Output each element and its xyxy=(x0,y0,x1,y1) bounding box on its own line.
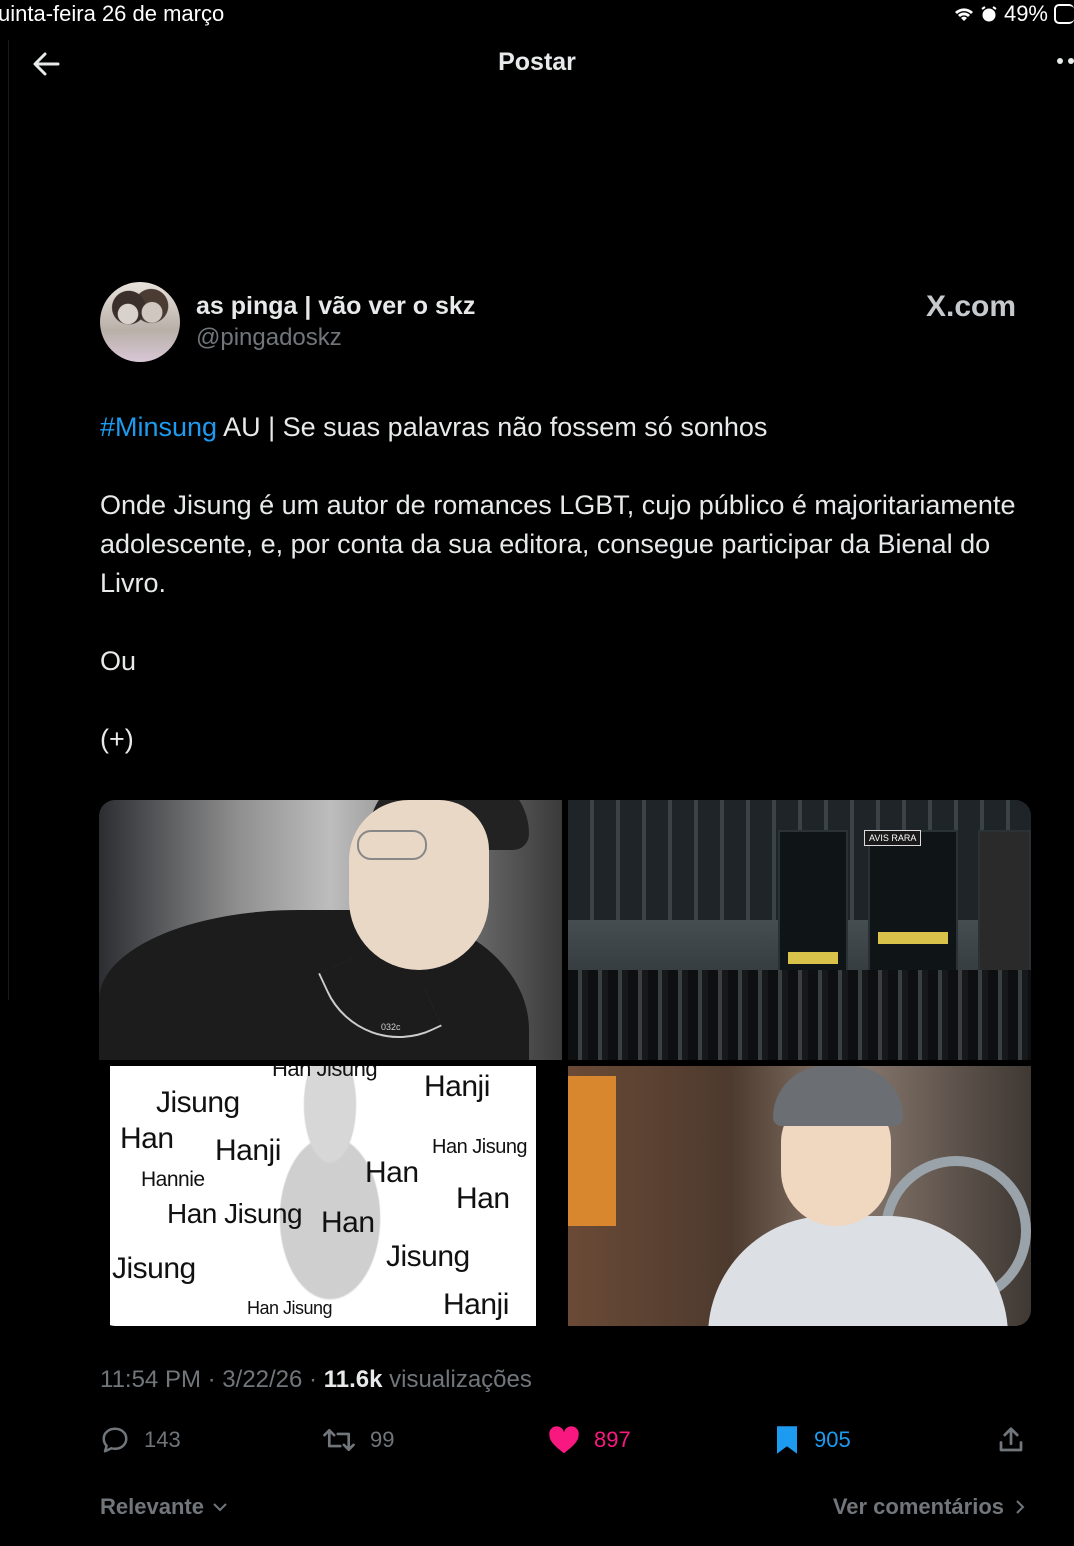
media-grid: 032c AVIS RARA Han Jisung Hanji Jisung H… xyxy=(99,800,1031,1326)
view-comments-link[interactable]: Ver comentários xyxy=(833,1494,1026,1520)
photo-cap xyxy=(773,1066,903,1126)
photo-head xyxy=(349,800,489,970)
meme-word: Han Jisung xyxy=(432,1136,528,1158)
chevron-down-icon xyxy=(213,1503,227,1512)
post-meta: 11:54 PM · 3/22/26 · 11.6k visualizações xyxy=(100,1366,532,1393)
photo-crowd xyxy=(568,970,1031,1060)
page-title: Postar xyxy=(498,48,576,76)
post-paragraph-3: Ou xyxy=(100,646,137,676)
sort-dropdown[interactable]: Relevante xyxy=(100,1494,228,1520)
meme-image: Han Jisung Hanji Jisung Han Hanji Han Ji… xyxy=(110,1066,536,1326)
bookmark-count: 905 xyxy=(814,1427,851,1452)
status-bar: uinta-feira 26 de março 49% xyxy=(0,0,1074,28)
post-time[interactable]: 11:54 PM xyxy=(100,1366,201,1393)
author-handle[interactable]: @pingadoskz xyxy=(196,324,342,352)
like-count: 897 xyxy=(594,1427,631,1452)
meme-word: Han xyxy=(120,1122,174,1155)
author-block: as pinga | vão ver o skz @pingadoskz X.c… xyxy=(100,282,1030,364)
meme-word: Hannie xyxy=(141,1168,205,1191)
status-date: uinta-feira 26 de março xyxy=(0,1,225,26)
action-bar: 143 99 897 905 xyxy=(100,1422,1030,1458)
wifi-icon xyxy=(954,8,973,21)
like-button[interactable]: 897 xyxy=(548,1422,631,1458)
heart-icon xyxy=(549,1426,579,1454)
post-paragraph-2: Onde Jisung é um autor de romances LGBT,… xyxy=(100,490,1016,598)
post-date[interactable]: 3/22/26 xyxy=(222,1366,302,1393)
avatar[interactable] xyxy=(100,282,180,362)
views-count: 11.6k xyxy=(323,1366,383,1393)
meme-word: Jisung xyxy=(156,1086,240,1119)
reply-count: 143 xyxy=(144,1427,181,1452)
meme-word: Hanji xyxy=(215,1134,281,1167)
booth-sign: AVIS RARA xyxy=(864,830,922,846)
comments-footer: Relevante Ver comentários xyxy=(100,1494,1030,1524)
reply-button[interactable]: 143 xyxy=(100,1422,181,1458)
share-icon xyxy=(999,1427,1023,1452)
meme-word: Jisung xyxy=(112,1252,196,1285)
meme-word: Han Jisung xyxy=(272,1066,378,1081)
view-comments-label: Ver comentários xyxy=(832,1494,1004,1519)
repost-button[interactable]: 99 xyxy=(322,1422,394,1458)
meme-word: Hanji xyxy=(443,1288,509,1321)
more-dot-icon xyxy=(1057,58,1063,64)
media-image-4[interactable] xyxy=(568,1066,1031,1326)
battery-icon xyxy=(1054,4,1074,24)
battery-percent: 49% xyxy=(1003,1,1048,26)
meme-word: Han Jisung xyxy=(247,1298,333,1318)
hashtag-link[interactable]: #Minsung xyxy=(100,412,217,442)
meme-word: Han xyxy=(321,1206,375,1239)
post-line-1: #Minsung AU | Se suas palavras não fosse… xyxy=(100,408,1030,447)
media-image-3[interactable]: Han Jisung Hanji Jisung Han Hanji Han Ji… xyxy=(99,1066,562,1326)
photo-poster xyxy=(568,1076,616,1226)
meme-word: Han xyxy=(456,1182,510,1215)
meme-word: Jisung xyxy=(386,1240,470,1273)
divider xyxy=(8,40,9,1000)
source-label: X.com xyxy=(925,290,1016,323)
reply-icon xyxy=(102,1427,128,1453)
views-label: visualizações xyxy=(389,1366,532,1393)
share-button[interactable] xyxy=(996,1422,1026,1458)
repost-icon xyxy=(323,1428,355,1452)
chevron-right-icon xyxy=(1016,1500,1025,1514)
author-name[interactable]: as pinga | vão ver o skz xyxy=(196,292,475,321)
sort-label: Relevante xyxy=(100,1494,204,1519)
photo-glasses xyxy=(357,830,427,860)
meme-word: Hanji xyxy=(424,1070,490,1103)
status-icons: 49% xyxy=(954,1,1074,27)
shirt-print: 032c xyxy=(381,1022,401,1032)
post-paragraph-4: (+) xyxy=(100,724,134,754)
meme-word: Han xyxy=(365,1156,419,1189)
bookmark-icon xyxy=(777,1426,797,1454)
alarm-icon xyxy=(981,6,997,22)
more-dot-icon xyxy=(1068,58,1074,64)
top-bar: Postar xyxy=(0,36,1074,92)
media-image-2[interactable]: AVIS RARA xyxy=(568,800,1031,1060)
repost-count: 99 xyxy=(370,1427,395,1452)
bookmark-button[interactable]: 905 xyxy=(774,1422,851,1458)
post-text: #Minsung AU | Se suas palavras não fosse… xyxy=(100,408,1030,798)
media-image-1[interactable]: 032c xyxy=(99,800,562,1060)
more-button[interactable] xyxy=(1057,58,1074,64)
post-line-1-text: AU | Se suas palavras não fossem só sonh… xyxy=(217,412,768,442)
thinking-figure xyxy=(230,1066,430,1326)
meme-word: Han Jisung xyxy=(167,1198,303,1229)
